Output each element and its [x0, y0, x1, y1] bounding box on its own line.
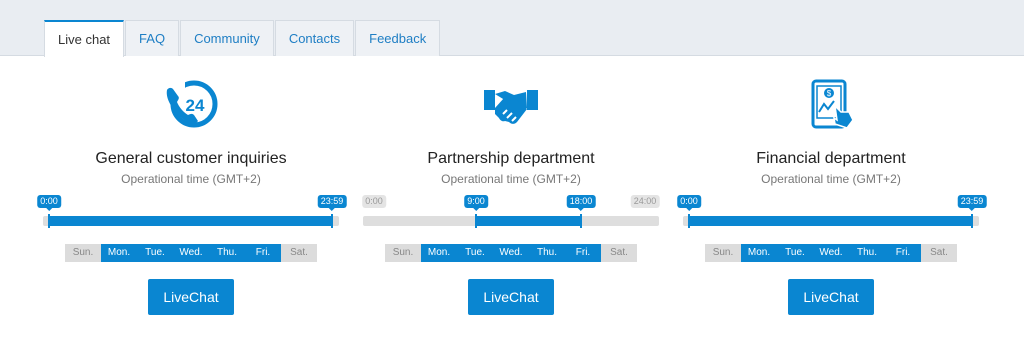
day-thu: Thu.: [529, 244, 565, 262]
tab-community[interactable]: Community: [180, 20, 274, 56]
operational-time-label: Operational time (GMT+2): [761, 172, 901, 186]
department-title: Financial department: [756, 150, 906, 167]
svg-text:24: 24: [186, 96, 205, 115]
close-marker: [580, 214, 582, 228]
close-time-badge: 23:59: [957, 195, 987, 211]
day-mon: Mon.: [421, 244, 457, 262]
range-end-badge: 24:00: [630, 195, 660, 208]
tab-feedback[interactable]: Feedback: [355, 20, 441, 56]
open-marker: [688, 214, 690, 228]
day-thu: Thu.: [849, 244, 885, 262]
day-fri: Fri.: [565, 244, 601, 262]
livechat-button[interactable]: LiveChat: [148, 279, 234, 315]
open-time-badge: 9:00: [464, 195, 488, 211]
close-marker: [331, 214, 333, 228]
hours-fill: [688, 216, 973, 226]
close-time-badge: 18:00: [566, 195, 596, 211]
day-mon: Mon.: [101, 244, 137, 262]
day-tue: Tue.: [457, 244, 493, 262]
day-wed: Wed.: [493, 244, 529, 262]
day-sun: Sun.: [65, 244, 101, 262]
hours-track: [43, 214, 339, 228]
hours-fill: [48, 216, 333, 226]
phone-24-icon: 24: [165, 80, 218, 128]
day-fri: Fri.: [245, 244, 281, 262]
day-sat: Sat.: [601, 244, 637, 262]
day-sat: Sat.: [281, 244, 317, 262]
handshake-icon: [484, 90, 538, 124]
department-title: General customer inquiries: [95, 150, 287, 167]
svg-text:$: $: [827, 89, 832, 98]
tab-live-chat[interactable]: Live chat: [44, 20, 125, 57]
livechat-button[interactable]: LiveChat: [468, 279, 554, 315]
day-sun: Sun.: [705, 244, 741, 262]
close-time-badge: 23:59: [317, 195, 347, 211]
tab-strip: Live chat FAQ Community Contacts Feedbac…: [44, 20, 441, 57]
day-fri: Fri.: [885, 244, 921, 262]
hours-track: [683, 214, 979, 228]
tablet-finance-icon: $: [811, 79, 854, 129]
open-marker: [475, 214, 477, 228]
department-partnership: Partnership department Operational time …: [351, 78, 671, 328]
hours-fill: [475, 216, 581, 226]
operational-time-label: Operational time (GMT+2): [441, 172, 581, 186]
day-wed: Wed.: [173, 244, 209, 262]
weekday-row: Sun. Mon. Tue. Wed. Thu. Fri. Sat.: [705, 244, 957, 262]
day-wed: Wed.: [813, 244, 849, 262]
weekday-row: Sun. Mon. Tue. Wed. Thu. Fri. Sat.: [385, 244, 637, 262]
open-marker: [48, 214, 50, 228]
close-marker: [971, 214, 973, 228]
tab-contacts[interactable]: Contacts: [274, 20, 355, 56]
day-mon: Mon.: [741, 244, 777, 262]
day-tue: Tue.: [137, 244, 173, 262]
day-sat: Sat.: [921, 244, 957, 262]
day-thu: Thu.: [209, 244, 245, 262]
open-time-badge: 0:00: [677, 195, 701, 211]
day-sun: Sun.: [385, 244, 421, 262]
department-title: Partnership department: [427, 150, 595, 167]
weekday-row: Sun. Mon. Tue. Wed. Thu. Fri. Sat.: [65, 244, 317, 262]
range-start-badge: 0:00: [362, 195, 386, 208]
day-tue: Tue.: [777, 244, 813, 262]
top-nav-bar: Live chat FAQ Community Contacts Feedbac…: [0, 0, 1024, 57]
hours-track: [363, 214, 659, 228]
operational-time-label: Operational time (GMT+2): [121, 172, 261, 186]
open-time-badge: 0:00: [37, 195, 61, 211]
department-financial: $ Financial department Operational time …: [671, 78, 991, 328]
department-general: 24 General customer inquiries Operationa…: [31, 78, 351, 328]
tab-faq[interactable]: FAQ: [125, 20, 180, 56]
livechat-button[interactable]: LiveChat: [788, 279, 874, 315]
